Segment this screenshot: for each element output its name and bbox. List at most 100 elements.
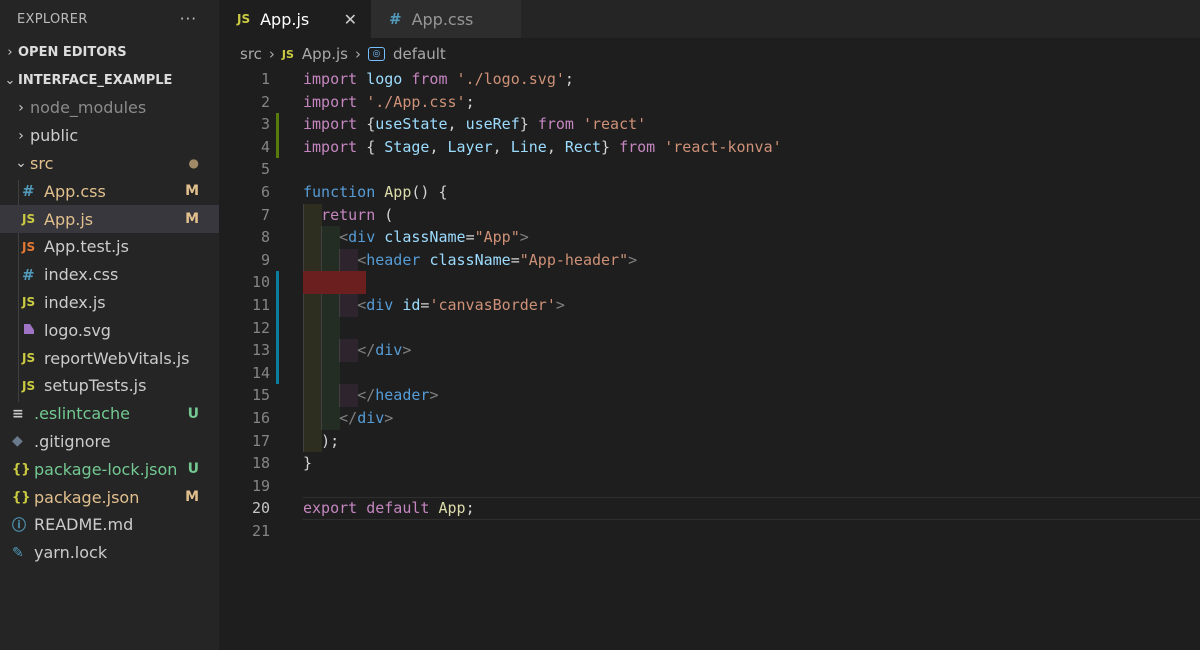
- tree-item-app-test-js[interactable]: JS App.test.js: [0, 233, 219, 261]
- line-number: 10: [251, 273, 270, 292]
- code-text: </header>: [357, 386, 439, 405]
- code-line: 12: [219, 317, 1200, 340]
- section-open-editors[interactable]: › OPEN EDITORS: [0, 38, 219, 66]
- tree-item-label: App.js: [44, 209, 94, 229]
- tree-item-index-css[interactable]: # index.css: [0, 261, 219, 289]
- tree-item-logo-svg[interactable]: logo.svg: [0, 316, 219, 344]
- tree-item-readme[interactable]: ⓘ README.md: [0, 511, 219, 539]
- modified-dot-badge: ●: [188, 156, 199, 171]
- line-number: 16: [251, 409, 270, 427]
- js-file-icon: JS: [22, 212, 36, 227]
- tree-item-app-css[interactable]: # App.css M: [0, 177, 219, 205]
- breadcrumb-symbol[interactable]: default: [393, 45, 446, 63]
- line-number: 6: [260, 183, 270, 201]
- line-number: 14: [251, 363, 270, 382]
- tree-item-label: index.js: [44, 292, 106, 312]
- code-line: 21: [219, 520, 1200, 543]
- css-file-icon: #: [389, 10, 402, 28]
- modified-badge: M: [185, 183, 199, 200]
- tree-item-package-json[interactable]: {} package.json M: [0, 483, 219, 511]
- tree-item-report-web-vitals[interactable]: JS reportWebVitals.js: [0, 344, 219, 372]
- code-text: </div>: [339, 409, 394, 427]
- editor-tab-bar: JS App.js ✕ # App.css: [219, 0, 1200, 38]
- modified-badge: M: [185, 211, 199, 228]
- code-line: 5: [219, 158, 1200, 181]
- line-number: 15: [251, 386, 270, 405]
- tree-item-src[interactable]: ⌄ src ●: [0, 150, 219, 178]
- info-icon: ⓘ: [12, 517, 26, 534]
- tab-label: App.js: [260, 9, 310, 29]
- tree-item-yarn-lock[interactable]: ✎ yarn.lock: [0, 539, 219, 567]
- line-number: 19: [251, 476, 270, 495]
- chevron-right-icon: ›: [268, 45, 275, 63]
- code-text: import { Stage, Layer, Line, Rect} from …: [303, 137, 782, 156]
- close-icon[interactable]: ✕: [344, 10, 357, 29]
- line-number: 8: [260, 228, 270, 247]
- tab-label: App.css: [411, 9, 474, 29]
- breadcrumb-file[interactable]: App.js: [302, 45, 348, 63]
- code-line: 4 import { Stage, Layer, Line, Rect} fro…: [219, 136, 1200, 159]
- code-line: 6 function App() {: [219, 181, 1200, 204]
- tree-item-label: README.md: [34, 515, 134, 535]
- yarn-icon: ✎: [12, 544, 24, 561]
- code-line: 20 export default App;: [219, 497, 1200, 520]
- tree-item-label: setupTests.js: [44, 376, 147, 396]
- tree-item-app-js[interactable]: JS App.js M: [0, 205, 219, 233]
- chevron-right-icon: ›: [18, 127, 24, 144]
- modified-badge: M: [185, 489, 199, 506]
- css-file-icon: #: [22, 265, 35, 284]
- code-text: <div id='canvasBorder'>: [357, 296, 565, 314]
- line-number: 17: [251, 431, 270, 450]
- untracked-badge: U: [187, 461, 199, 478]
- code-text: export default App;: [303, 499, 475, 518]
- code-line: 15 </header>: [219, 384, 1200, 407]
- line-number: 12: [251, 318, 270, 337]
- tree-item-package-lock[interactable]: {} package-lock.json U: [0, 455, 219, 483]
- chevron-down-icon: ⌄: [4, 72, 16, 88]
- code-line: 19: [219, 475, 1200, 498]
- tree-item-gitignore[interactable]: ◆ .gitignore: [0, 428, 219, 456]
- code-line: 9 <header className="App-header">: [219, 249, 1200, 272]
- tree-item-setup-tests[interactable]: JS setupTests.js: [0, 372, 219, 400]
- code-text: <header className="App-header">: [357, 250, 638, 269]
- chevron-right-icon: ›: [7, 44, 13, 60]
- tree-item-label: node_modules: [30, 98, 147, 118]
- chevron-right-icon: ›: [18, 99, 24, 116]
- tree-item-public[interactable]: › public: [0, 122, 219, 150]
- tree-item-label: public: [30, 126, 79, 146]
- symbol-variable-icon: ◎: [367, 47, 385, 61]
- explorer-header: EXPLORER ···: [0, 0, 219, 38]
- line-number: 9: [260, 250, 270, 269]
- code-line: 8 <div className="App">: [219, 226, 1200, 249]
- code-text: <div className="App">: [339, 228, 529, 247]
- code-text: import logo from './logo.svg';: [303, 70, 574, 88]
- lines-file-icon: ≡: [12, 405, 24, 422]
- code-text: </div>: [357, 341, 412, 360]
- tree-item-node-modules[interactable]: › node_modules: [0, 94, 219, 122]
- code-line: 14: [219, 362, 1200, 385]
- breadcrumb-folder[interactable]: src: [240, 45, 262, 63]
- code-line: 1 import logo from './logo.svg';: [219, 68, 1200, 91]
- tab-app-js[interactable]: JS App.js ✕: [219, 0, 371, 38]
- line-number: 2: [260, 92, 270, 111]
- tree-item-eslintcache[interactable]: ≡ .eslintcache U: [0, 400, 219, 428]
- section-label: INTERFACE_EXAMPLE: [18, 72, 173, 88]
- code-editor[interactable]: 1 import logo from './logo.svg'; 2 impor…: [219, 68, 1200, 650]
- tree-item-label: .eslintcache: [34, 404, 130, 424]
- json-file-icon: {}: [12, 489, 31, 505]
- tab-app-css[interactable]: # App.css: [371, 0, 521, 38]
- tree-item-index-js[interactable]: JS index.js: [0, 289, 219, 317]
- section-project[interactable]: ⌄ INTERFACE_EXAMPLE: [0, 66, 219, 94]
- tree-item-label: index.css: [44, 265, 119, 285]
- tree-item-label: App.css: [44, 181, 106, 201]
- more-actions-icon[interactable]: ···: [180, 10, 197, 28]
- line-number: 13: [251, 341, 270, 360]
- explorer-title: EXPLORER: [17, 11, 88, 27]
- code-line: 11 <div id='canvasBorder'>: [219, 294, 1200, 317]
- breadcrumb: src › JS App.js › ◎ default: [240, 42, 446, 66]
- code-line: 17 );: [219, 430, 1200, 453]
- json-file-icon: {}: [12, 461, 31, 477]
- code-line: 2 import './App.css';: [219, 91, 1200, 114]
- code-text: import {useState, useRef} from 'react': [303, 115, 647, 134]
- section-label: OPEN EDITORS: [18, 44, 127, 60]
